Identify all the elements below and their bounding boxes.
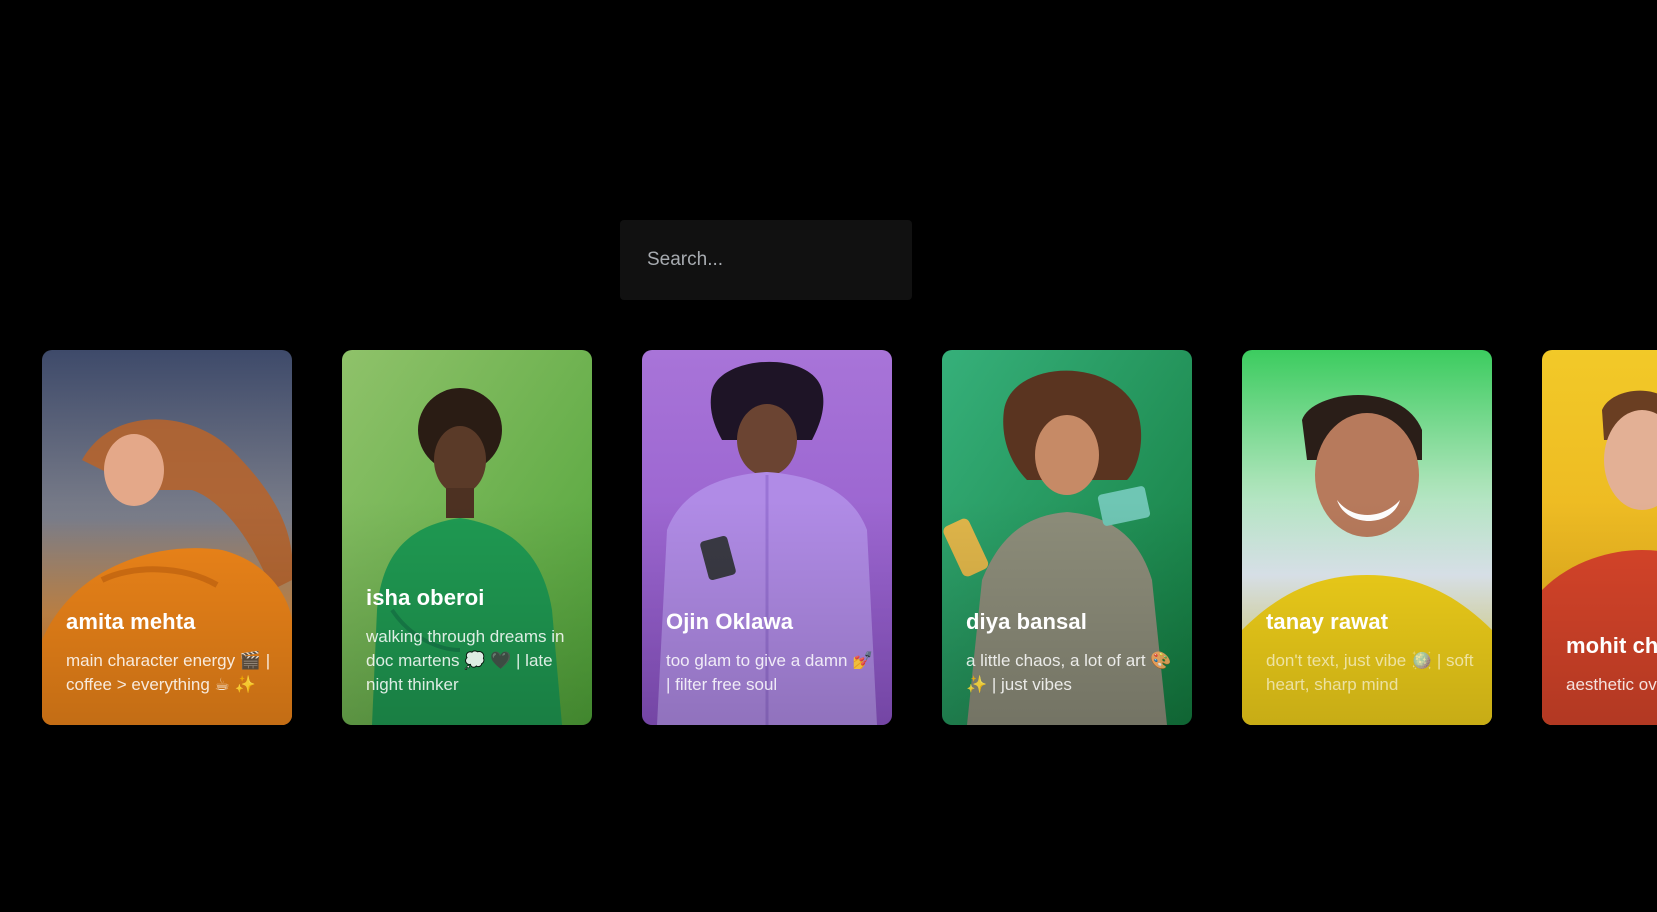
- profile-card[interactable]: isha oberoi walking through dreams in do…: [342, 350, 592, 725]
- profile-name: diya bansal: [966, 609, 1087, 634]
- profile-info: mohit ch aesthetic ov living in low: [1566, 633, 1657, 697]
- profile-bio: aesthetic ov living in low: [1566, 675, 1657, 694]
- profile-card[interactable]: mohit ch aesthetic ov living in low: [1542, 350, 1657, 725]
- profile-name: amita mehta: [66, 609, 196, 634]
- profile-card[interactable]: diya bansal a little chaos, a lot of art…: [942, 350, 1192, 725]
- profile-card[interactable]: amita mehta main character energy 🎬 | co…: [42, 350, 292, 725]
- profile-bio: a little chaos, a lot of art 🎨 ✨ | just …: [966, 651, 1172, 694]
- profile-info: diya bansal a little chaos, a lot of art…: [966, 609, 1176, 697]
- profile-info: amita mehta main character energy 🎬 | co…: [66, 609, 276, 697]
- profile-info: isha oberoi walking through dreams in do…: [366, 585, 576, 697]
- profile-card[interactable]: tanay rawat don't text, just vibe 🪩 | so…: [1242, 350, 1492, 725]
- profile-carousel[interactable]: amita mehta main character energy 🎬 | co…: [42, 350, 1657, 725]
- profile-bio: main character energy 🎬 | coffee > every…: [66, 651, 271, 694]
- profile-name: Ojin Oklawa: [666, 609, 794, 634]
- profile-bio: too glam to give a damn 💅 | filter free …: [666, 651, 874, 694]
- profile-info: Ojin Oklawa too glam to give a damn 💅 | …: [666, 609, 876, 697]
- profile-bio: walking through dreams in doc martens 💭 …: [366, 627, 565, 694]
- profile-info: tanay rawat don't text, just vibe 🪩 | so…: [1266, 609, 1476, 697]
- profile-bio: don't text, just vibe 🪩 | soft heart, sh…: [1266, 651, 1474, 694]
- profile-browser-page: amita mehta main character energy 🎬 | co…: [0, 0, 1657, 912]
- profile-card[interactable]: Ojin Oklawa too glam to give a damn 💅 | …: [642, 350, 892, 725]
- profile-name: mohit ch: [1566, 633, 1657, 658]
- profile-name: tanay rawat: [1266, 609, 1389, 634]
- search-box: [620, 220, 912, 300]
- profile-name: isha oberoi: [366, 585, 485, 610]
- search-input[interactable]: [645, 248, 887, 272]
